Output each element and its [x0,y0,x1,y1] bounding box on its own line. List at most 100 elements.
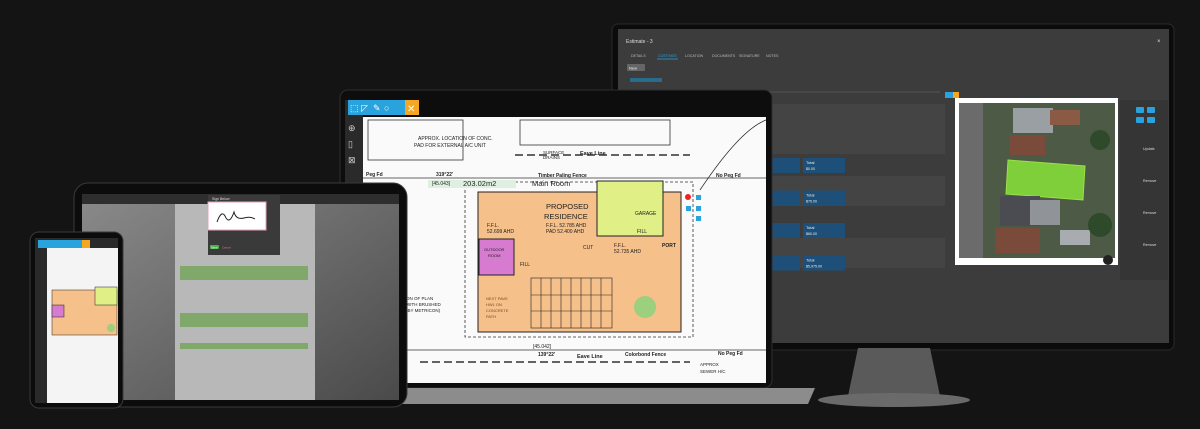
plan-note: HWL ON [486,302,502,307]
plan-note: WITH BRUSHED [406,302,442,307]
map-chat-icon[interactable] [1103,255,1113,265]
copy-icon[interactable] [686,206,691,211]
row-band [760,104,945,154]
plan-note: DRAINS [543,155,560,160]
plan-note: [45.042] [533,344,552,350]
plan-note: FILL [520,262,530,268]
plan-note: APPROX. LOCATION OF CONC. [418,136,493,142]
plan-note: 139°22' [538,352,555,358]
highlighted-lot [1005,159,1086,201]
phone [29,231,124,409]
total-value: $75.00 [806,200,817,204]
tab-documents[interactable]: DOCUMENTS [712,54,736,58]
arrow-icon[interactable]: ⊕ [348,123,356,133]
plan-note: No Peg Fd [718,351,743,357]
phone-toolbar[interactable] [38,240,82,248]
row-action-update[interactable]: Update [1143,147,1155,151]
plan-note: GARAGE [635,211,657,217]
phone-garage-area[interactable] [94,286,118,306]
row-action-remove[interactable]: Remove [1143,243,1156,247]
plan-note: RESIDENCE [544,212,588,221]
doc-section-header [180,313,308,327]
close-icon[interactable]: × [1157,39,1161,45]
plan-note: Peg Fd [366,172,383,178]
device-mockup-scene: Estimate - 3 × DETAILS COSTINGS LOCATION DO… [29,23,1175,409]
export-icon[interactable]: ⊠ [348,155,356,165]
plan-note: 52.699 AHD [487,229,514,235]
plan-note: ROOM [488,253,500,258]
plan-note: Eave Line [580,151,606,157]
plan-note: PAD 52.400 AHD [546,229,585,235]
plan-note: PAD FOR EXTERNAL A/C UNIT [414,143,486,149]
plan-note: CUT [583,245,593,251]
action-button[interactable] [1136,107,1144,113]
signature-pad[interactable] [207,201,267,231]
circle-tool-icon[interactable]: ○ [384,103,389,113]
plan-note: FILL [637,229,647,235]
monitor-stand-neck [848,348,940,396]
plan-note: PATH [486,314,496,319]
document-icon[interactable]: ▯ [348,139,353,149]
doc-section-header [180,343,308,349]
row-action-remove[interactable]: Remove [1143,179,1156,183]
phone-highlight-tool[interactable] [82,240,90,248]
plan-note: Eave Line [577,354,603,360]
select-tool-icon[interactable]: ⬚ [350,103,359,113]
monitor-stand-base [818,393,970,407]
new-button-label: New [629,66,637,71]
cancel-signature-button[interactable]: Cancel [222,245,231,249]
doc-section-header [180,266,308,280]
plan-note: 52.735 AHD [614,249,641,255]
map-highlight-tool[interactable] [953,92,959,98]
total-value: $0.00 [806,167,815,171]
plan-note: (BY METRICON) [406,308,441,313]
area-measurement: 203.02m2 [463,179,496,188]
plan-note: NEXT PAVE [486,296,508,301]
window-title: Estimate - 3 [626,39,653,45]
total-label: Total [806,225,815,230]
shape-action-icon[interactable] [696,195,701,200]
plan-note: 319°22' [436,172,453,178]
row-action-remove[interactable]: Remove [1143,211,1156,215]
map-toolbar[interactable] [945,92,953,98]
total-label: Total [806,258,815,263]
total-value: $5,975.00 [806,265,822,269]
list-icon[interactable] [696,206,701,211]
plan-note: PROPOSED [546,202,589,211]
total-value: $60.00 [806,232,817,236]
plan-note: Timber Paling Fence [538,173,587,179]
tab-costings[interactable]: COSTINGS [658,54,677,58]
tab-details[interactable]: DETAILS [631,54,646,58]
tree-marker [634,296,656,318]
action-button[interactable] [1147,107,1155,113]
tab-location[interactable]: LOCATION [685,54,704,58]
plan-note: Colorbond Fence [625,352,666,358]
save-label: Save [211,245,218,249]
add-button[interactable] [630,78,662,82]
dialog-title: Sign Below [212,197,230,201]
tab-signature[interactable]: SIGNATURE [739,54,760,58]
total-label: Total [806,160,815,165]
satellite-map[interactable] [959,103,1115,265]
phone-tree-marker [107,324,115,332]
garage-area[interactable] [596,180,664,237]
pencil-tool-icon[interactable]: ✎ [373,103,381,113]
phone-outdoor-area[interactable] [51,304,65,318]
room-name-label[interactable]: Main Room [532,179,570,188]
action-button[interactable] [1136,117,1144,123]
tab-notes[interactable]: NOTES [766,54,779,58]
plan-note: No Peg Fd [716,173,741,179]
plan-note: OUTDOOR [484,247,505,252]
crosshatch-icon[interactable]: ✕ [407,104,415,115]
action-button[interactable] [1147,117,1155,123]
right-panel [1120,100,1168,280]
plan-note: ON OF PLAN [406,296,433,301]
plan-note: CONCRETE [486,308,509,313]
delete-shape-icon[interactable] [685,194,691,200]
plan-note: SEWER H/C [700,369,726,374]
duplicate-icon[interactable] [696,216,701,221]
phone-sidebar [35,248,47,403]
plan-note: [45.043] [432,181,451,187]
polygon-tool-icon[interactable]: ◸ [361,103,368,113]
total-label: Total [806,193,815,198]
